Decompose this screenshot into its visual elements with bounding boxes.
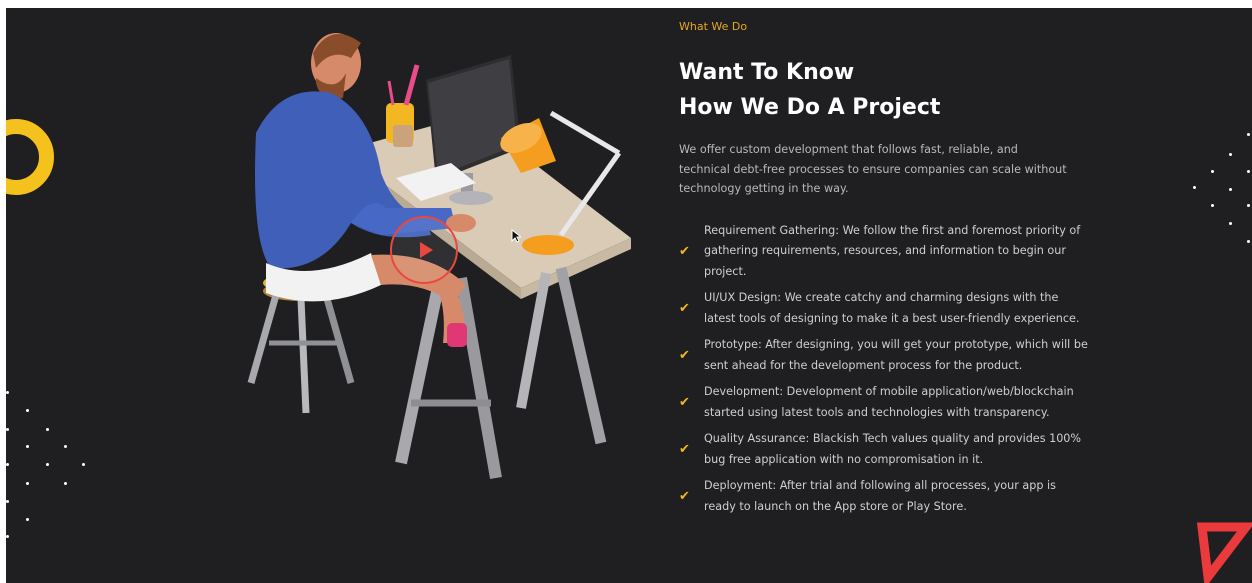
list-item: ✔ Quality Assurance: Blackish Tech value… <box>679 429 1099 470</box>
checkmark-icon: ✔ <box>679 348 690 363</box>
content-column: What We Do Want To Know How We Do A Proj… <box>679 20 1099 523</box>
list-item: ✔ Development: Development of mobile app… <box>679 382 1099 423</box>
play-icon <box>420 242 433 258</box>
process-checklist: ✔ Requirement Gathering: We follow the f… <box>679 221 1099 518</box>
mouse-cursor-icon <box>511 229 521 243</box>
list-item-text: Deployment: After trial and following al… <box>704 479 1056 513</box>
checkmark-icon: ✔ <box>679 243 690 259</box>
list-item: ✔ Prototype: After designing, you will g… <box>679 335 1099 376</box>
list-item-text: UI/UX Design: We create catchy and charm… <box>704 291 1080 325</box>
play-video-button[interactable] <box>390 216 458 284</box>
list-item: ✔ UI/UX Design: We create catchy and cha… <box>679 288 1099 329</box>
headline-line-2: How We Do A Project <box>679 95 941 120</box>
list-item: ✔ Deployment: After trial and following … <box>679 476 1099 517</box>
checkmark-icon: ✔ <box>679 489 690 504</box>
list-item-text: Quality Assurance: Blackish Tech values … <box>704 432 1082 466</box>
section-intro: We offer custom development that follows… <box>679 143 1067 195</box>
checkmark-icon: ✔ <box>679 301 690 316</box>
list-item-text: Development: Development of mobile appli… <box>704 385 1074 419</box>
checkmark-icon: ✔ <box>679 395 690 410</box>
what-we-do-section: What We Do Want To Know How We Do A Proj… <box>6 8 1252 583</box>
section-eyebrow: What We Do <box>679 20 748 33</box>
yellow-ring-decoration <box>6 119 54 195</box>
checkmark-icon: ✔ <box>679 442 690 457</box>
list-item: ✔ Requirement Gathering: We follow the f… <box>679 221 1099 283</box>
section-headline: Want To Know How We Do A Project <box>679 55 1099 125</box>
red-triangle-decoration <box>1196 522 1252 583</box>
headline-line-1: Want To Know <box>679 60 855 85</box>
list-item-text: Prototype: After designing, you will get… <box>704 338 1088 372</box>
list-item-text: Requirement Gathering: We follow the fir… <box>704 223 1081 278</box>
